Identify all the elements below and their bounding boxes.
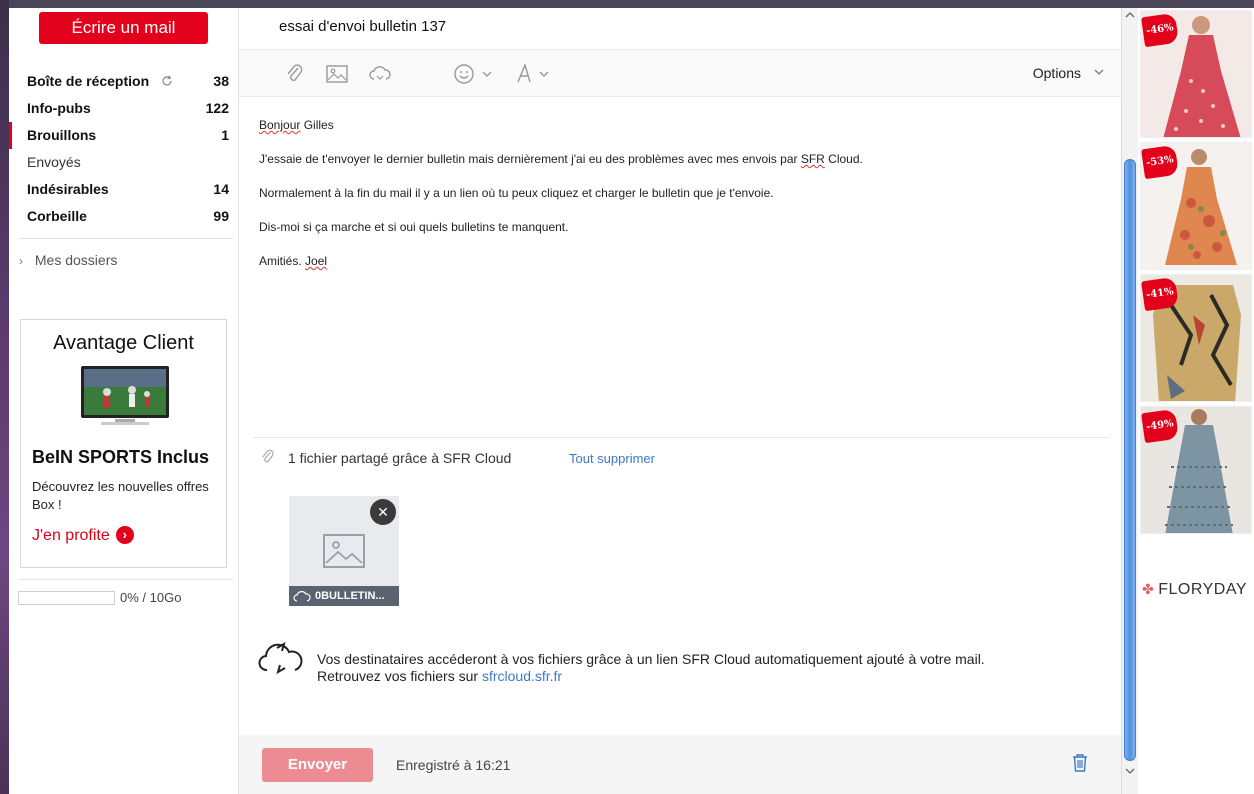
window-top-strip: [0, 0, 1254, 8]
remove-all-link[interactable]: Tout supprimer: [569, 451, 655, 466]
attachment-card[interactable]: ✕ 0BULLETIN...: [289, 496, 399, 606]
promo-link-label: J'en profite: [32, 527, 110, 544]
body-text: Amitiés.: [259, 254, 302, 268]
chevron-down-icon[interactable]: [538, 68, 550, 80]
vertical-scrollbar[interactable]: [1121, 8, 1138, 794]
paperclip-icon[interactable]: [283, 62, 307, 86]
promo-link[interactable]: J'en profite ›: [32, 526, 134, 545]
folder-inbox[interactable]: Boîte de réception 38: [9, 68, 239, 95]
ad-dress-item[interactable]: -49%: [1140, 406, 1252, 534]
close-icon[interactable]: ✕: [370, 499, 396, 525]
folder-count: 38: [213, 73, 229, 89]
attachment-filename: 0BULLETIN...: [315, 590, 385, 602]
compose-button[interactable]: Écrire un mail: [39, 12, 208, 44]
sidebar: Écrire un mail Boîte de réception 38 Inf…: [9, 8, 239, 794]
message-body[interactable]: Bonjour Gilles J'essaie de t'envoyer le …: [259, 118, 1099, 288]
ad-dress-item[interactable]: -46%: [1140, 10, 1252, 138]
image-placeholder-icon: [323, 534, 365, 568]
folder-list: Boîte de réception 38 Info-pubs 122 Brou…: [9, 68, 239, 230]
image-icon[interactable]: [325, 62, 349, 86]
folder-trash[interactable]: Corbeille 99: [9, 203, 239, 230]
promo-card[interactable]: Avantage Client BeIN SPORTS Inclus Décou…: [20, 319, 227, 568]
sfrcloud-link[interactable]: sfrcloud.sfr.fr: [482, 668, 562, 684]
cloud-info-text: Retrouvez vos fichiers sur: [317, 668, 479, 684]
ad-dress-item[interactable]: -53%: [1140, 142, 1252, 270]
saved-status: Enregistré à 16:21: [396, 757, 511, 773]
folder-drafts[interactable]: Brouillons 1: [9, 122, 239, 149]
scroll-down-icon[interactable]: [1125, 767, 1135, 775]
send-button[interactable]: Envoyer: [262, 748, 373, 782]
folder-label: Corbeille: [27, 208, 87, 224]
body-text: J'essaie de t'envoyer le dernier bulleti…: [259, 152, 798, 166]
scroll-up-icon[interactable]: [1125, 11, 1135, 19]
folder-spam[interactable]: Indésirables 14: [9, 176, 239, 203]
refresh-icon[interactable]: [161, 75, 173, 87]
folder-count: 99: [213, 208, 229, 224]
divider: [19, 238, 233, 239]
my-folders-label: Mes dossiers: [34, 252, 118, 268]
trash-icon[interactable]: [1071, 753, 1089, 773]
folder-count: 122: [205, 100, 229, 116]
promo-headline: BeIN SPORTS Inclus: [32, 447, 210, 467]
body-line: Bonjour Gilles: [259, 118, 1099, 132]
scrollbar-thumb[interactable]: [1124, 159, 1136, 761]
promo-title: Avantage Client: [53, 332, 194, 354]
options-button[interactable]: Options: [1033, 65, 1081, 81]
flower-icon: ✤: [1142, 581, 1155, 597]
folder-label: Indésirables: [27, 181, 109, 197]
folder-label: Envoyés: [27, 154, 81, 170]
folder-label: Brouillons: [27, 127, 97, 143]
desktop-background: [0, 0, 9, 794]
compose-pane: essai d'envoi bulletin 137 Options Bonjo…: [239, 8, 1121, 794]
body-line: Normalement à la fin du mail il y a un l…: [259, 186, 774, 200]
chevron-down-icon[interactable]: [481, 68, 493, 80]
body-line: Dis-moi si ça marche et si oui quels bul…: [259, 220, 569, 234]
cloud-sync-icon[interactable]: [368, 62, 392, 86]
folder-sent[interactable]: Envoyés: [9, 149, 239, 176]
body-line: J'essaie de t'envoyer le dernier bulleti…: [259, 152, 1099, 166]
folder-label: Boîte de réception: [27, 73, 150, 89]
ad-column: -46% -53% -41% -49% ✤ FLORYDAY: [1138, 8, 1254, 794]
cloud-info-line: Vos destinataires accéderont à vos fichi…: [317, 651, 985, 667]
greeting-name: Gilles: [303, 118, 334, 132]
misspelled-word: SFR: [800, 152, 825, 166]
promo-text: Découvrez les nouvelles offres Box !: [32, 479, 209, 512]
chevron-right-icon: ›: [19, 254, 23, 268]
editor-toolbar: Options: [239, 49, 1121, 97]
tv-image: [81, 366, 169, 425]
folder-label: Info-pubs: [27, 100, 91, 116]
body-text: Cloud.: [828, 152, 863, 166]
chevron-down-icon[interactable]: [1093, 66, 1105, 78]
paperclip-icon: [262, 449, 274, 463]
ad-brand-logo[interactable]: ✤ FLORYDAY: [1142, 581, 1247, 599]
folder-count: 14: [213, 181, 229, 197]
body-line: Amitiés. Joel: [259, 254, 1099, 268]
my-folders-toggle[interactable]: › Mes dossiers: [19, 252, 117, 268]
compose-footer: Envoyer Enregistré à 16:21: [239, 735, 1121, 794]
greeting-word: Bonjour: [259, 118, 301, 132]
signature-name: Joel: [305, 254, 328, 268]
attachment-name: 0BULLETIN...: [289, 586, 399, 606]
storage-text: 0% / 10Go: [120, 590, 182, 605]
storage-indicator: 0% / 10Go: [18, 590, 228, 606]
subject-field[interactable]: essai d'envoi bulletin 137: [279, 18, 446, 35]
ad-dress-item[interactable]: -41%: [1140, 274, 1252, 402]
folder-count: 1: [221, 127, 229, 143]
divider: [19, 579, 233, 580]
font-style-icon[interactable]: [512, 62, 536, 86]
arrow-right-icon: ›: [115, 526, 134, 544]
cloud-info-line: Retrouvez vos fichiers sur sfrcloud.sfr.…: [317, 668, 985, 685]
folder-info-pubs[interactable]: Info-pubs 122: [9, 95, 239, 122]
cloud-sync-icon: [293, 591, 311, 602]
emoji-icon[interactable]: [452, 62, 476, 86]
storage-bar: [18, 591, 115, 605]
divider: [253, 437, 1109, 438]
cloud-info-text: Vos destinataires accéderont à vos fichi…: [317, 651, 985, 685]
brand-name: FLORYDAY: [1158, 581, 1247, 598]
attachments-label: 1 fichier partagé grâce à SFR Cloud: [288, 450, 512, 466]
cloud-sync-icon: [258, 641, 303, 675]
